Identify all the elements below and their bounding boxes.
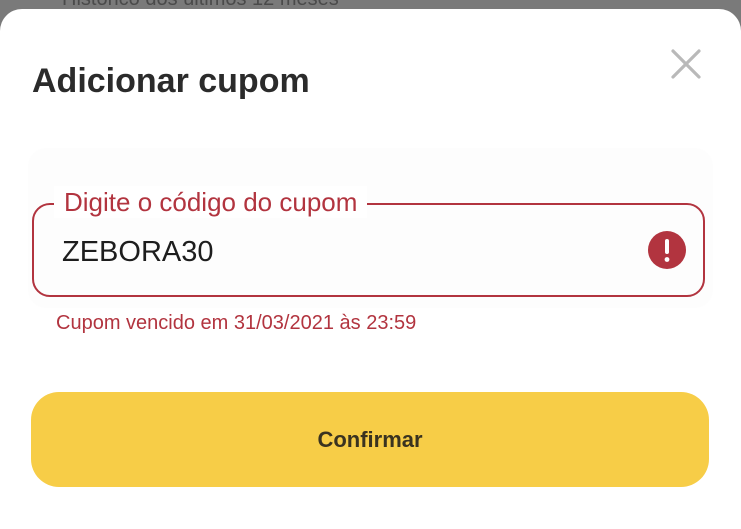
close-icon — [671, 49, 701, 79]
close-button[interactable] — [664, 42, 708, 86]
coupon-field-label: Digite o código do cupom — [54, 186, 368, 218]
confirm-button[interactable]: Confirmar — [31, 392, 709, 487]
dialog-title: Adicionar cupom — [32, 62, 310, 100]
error-icon — [647, 230, 687, 270]
coupon-code-input[interactable] — [62, 230, 622, 274]
coupon-error-message: Cupom vencido em 31/03/2021 às 23:59 — [56, 312, 417, 334]
